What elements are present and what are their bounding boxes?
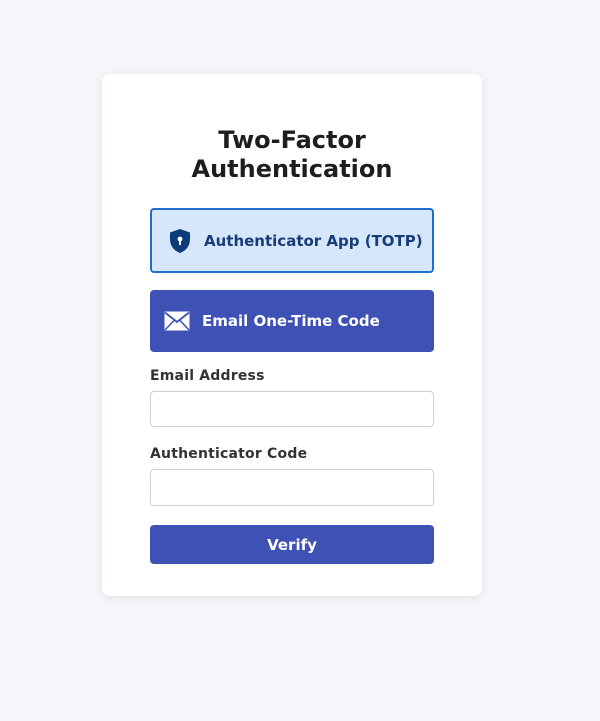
email-address-input[interactable] (150, 391, 434, 427)
two-factor-card: Two-Factor Authentication Authenticator … (102, 74, 482, 596)
envelope-icon (164, 311, 190, 331)
verify-button[interactable]: Verify (150, 525, 434, 564)
authenticator-code-label: Authenticator Code (150, 446, 308, 462)
authenticator-code-input[interactable] (150, 469, 434, 506)
method-option-email-code[interactable]: Email One-Time Code (150, 290, 434, 352)
method-option-label: Email One-Time Code (202, 312, 380, 330)
page-title: Two-Factor Authentication (191, 126, 393, 183)
method-option-authenticator-app[interactable]: Authenticator App (TOTP) (150, 208, 434, 273)
shield-lock-icon (168, 228, 192, 254)
email-address-label: Email Address (150, 368, 265, 384)
method-option-label: Authenticator App (TOTP) (204, 231, 423, 250)
